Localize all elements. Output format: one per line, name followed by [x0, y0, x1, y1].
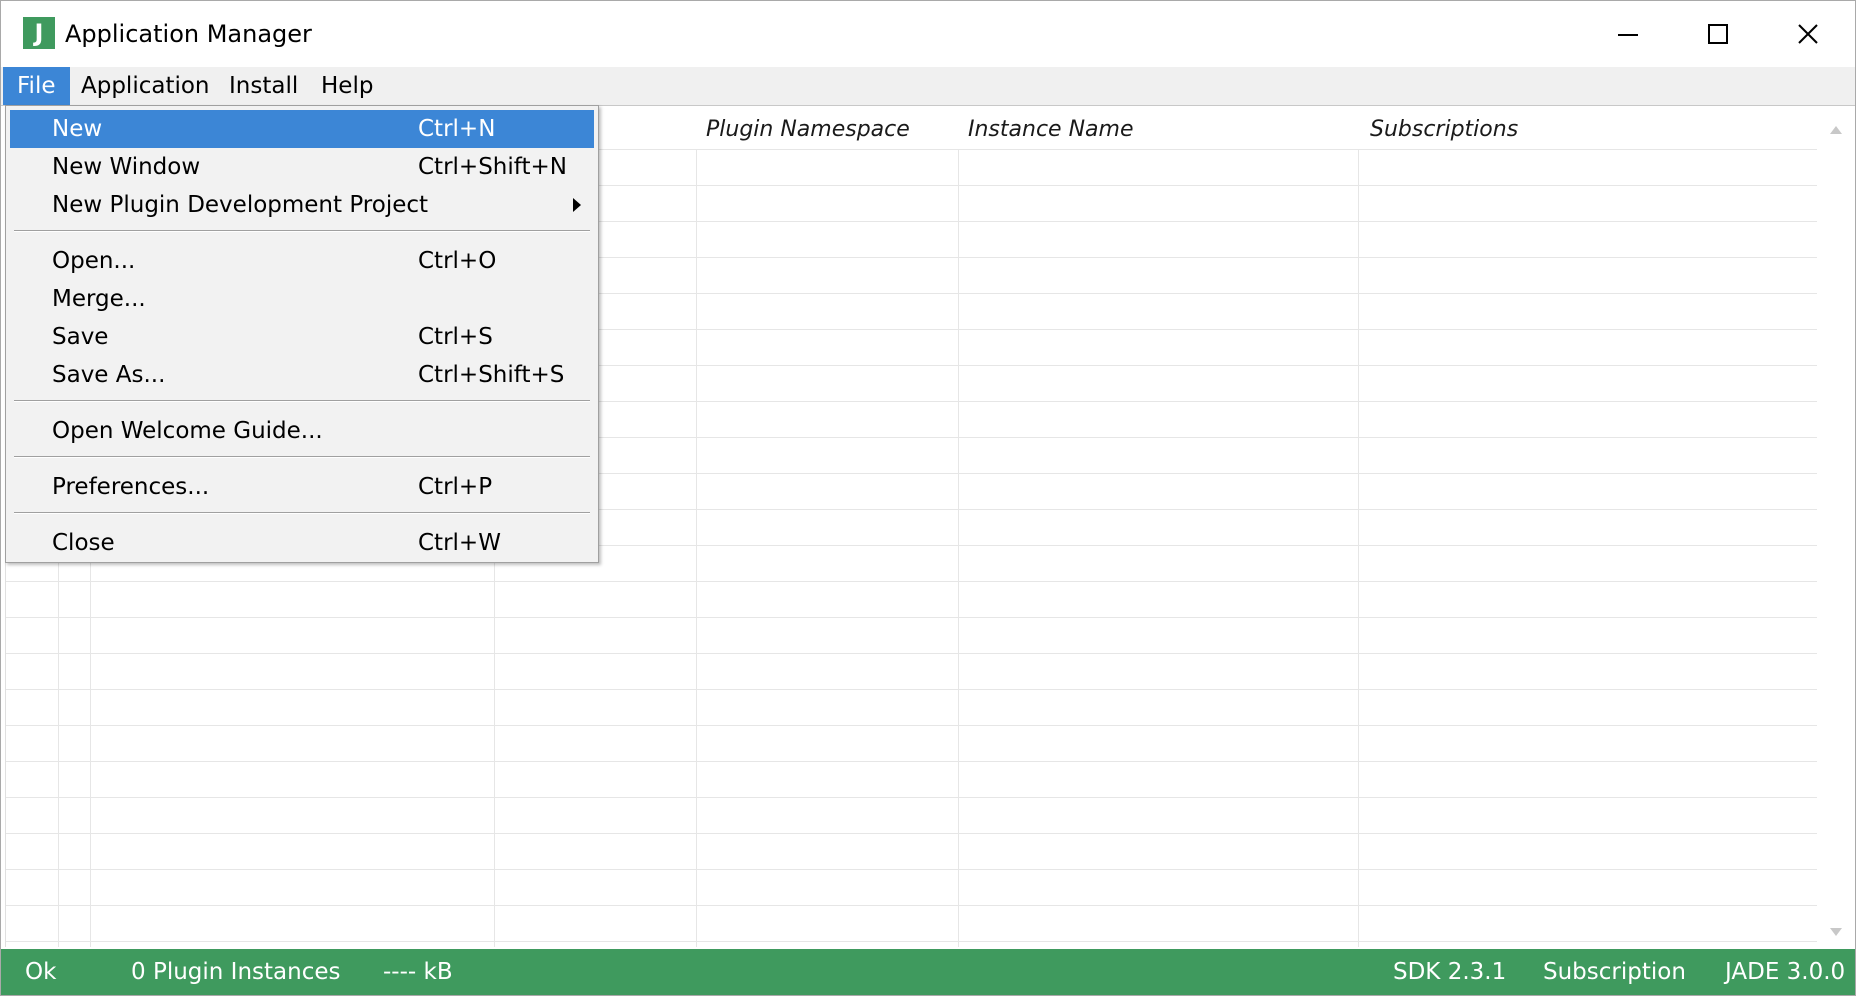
close-button[interactable]	[1771, 9, 1843, 57]
menu-item-close[interactable]: Close Ctrl+W	[10, 524, 594, 562]
menu-item-shortcut: Ctrl+S	[418, 324, 493, 350]
vertical-scrollbar[interactable]	[1817, 111, 1855, 947]
minimize-button[interactable]	[1591, 9, 1663, 57]
title-bar: J Application Manager	[1, 1, 1855, 67]
app-version: JADE 3.0.0	[1725, 959, 1846, 985]
memory-size: ---- kB	[383, 959, 453, 985]
column-header-subscriptions[interactable]: Subscriptions	[1370, 111, 1518, 149]
column-divider	[696, 149, 697, 947]
subscription-status[interactable]: Subscription	[1543, 949, 1686, 995]
row-divider	[6, 617, 1818, 618]
column-header-instance-name[interactable]: Instance Name	[968, 111, 1133, 149]
row-divider	[6, 797, 1818, 798]
menu-item-merge[interactable]: Merge...	[10, 280, 594, 318]
plugin-instances-count: 0 Plugin Instances	[131, 959, 341, 985]
menu-item-new[interactable]: New Ctrl+N	[10, 110, 594, 148]
column-divider	[958, 149, 959, 947]
menu-item-shortcut: Ctrl+N	[418, 116, 496, 142]
column-header-plugin-namespace[interactable]: Plugin Namespace	[706, 111, 910, 149]
maximize-button[interactable]	[1681, 9, 1753, 57]
menu-item-shortcut: Ctrl+P	[418, 474, 493, 500]
minimize-icon	[1618, 34, 1638, 36]
scroll-down-arrow-icon[interactable]	[1829, 927, 1843, 937]
menu-item-label: Preferences...	[52, 474, 210, 500]
menu-item-preferences[interactable]: Preferences... Ctrl+P	[10, 468, 594, 506]
status-bar: Ok 0 Plugin Instances ---- kB SDK 2.3.1 …	[1, 949, 1855, 995]
menu-item-save-as[interactable]: Save As... Ctrl+Shift+S	[10, 356, 594, 394]
menu-separator	[14, 230, 590, 232]
menu-item-new-window[interactable]: New Window Ctrl+Shift+N	[10, 148, 594, 186]
menu-item-label: Merge...	[52, 286, 146, 312]
row-divider	[6, 581, 1818, 582]
file-menu-dropdown: New Ctrl+N New Window Ctrl+Shift+N New P…	[5, 105, 599, 563]
menu-file[interactable]: File	[3, 67, 70, 105]
menu-item-open[interactable]: Open... Ctrl+O	[10, 242, 594, 280]
menu-item-shortcut: Ctrl+Shift+S	[418, 362, 565, 388]
menu-bar: File Application Install Help	[1, 67, 1855, 106]
maximize-icon	[1708, 24, 1728, 44]
menu-item-label: Save	[52, 324, 109, 350]
menu-application[interactable]: Application	[67, 67, 224, 105]
menu-item-label: Save As...	[52, 362, 166, 388]
menu-item-shortcut: Ctrl+O	[418, 248, 497, 274]
row-divider	[6, 869, 1818, 870]
window-title: Application Manager	[65, 20, 312, 48]
sdk-version: SDK 2.3.1	[1393, 959, 1507, 985]
column-divider	[1358, 149, 1359, 947]
menu-item-save[interactable]: Save Ctrl+S	[10, 318, 594, 356]
row-divider	[6, 941, 1818, 942]
menu-item-label: Open...	[52, 248, 136, 274]
application-window: J Application Manager File Application I…	[0, 0, 1856, 996]
status-text: Ok	[25, 959, 57, 985]
row-divider	[6, 725, 1818, 726]
menu-separator	[14, 456, 590, 458]
close-icon	[1798, 24, 1818, 44]
menu-item-shortcut: Ctrl+W	[418, 530, 501, 556]
row-divider	[6, 761, 1818, 762]
row-divider	[6, 905, 1818, 906]
row-divider	[6, 689, 1818, 690]
menu-item-shortcut: Ctrl+Shift+N	[418, 154, 567, 180]
menu-item-new-plugin-development-project[interactable]: New Plugin Development Project	[10, 186, 594, 224]
menu-help[interactable]: Help	[307, 67, 387, 105]
row-divider	[6, 653, 1818, 654]
menu-item-label: Open Welcome Guide...	[52, 418, 323, 444]
submenu-arrow-icon	[573, 198, 581, 212]
scroll-up-arrow-icon[interactable]	[1829, 125, 1843, 135]
menu-item-label: Close	[52, 530, 115, 556]
menu-install[interactable]: Install	[215, 67, 312, 105]
menu-item-open-welcome-guide[interactable]: Open Welcome Guide...	[10, 412, 594, 450]
menu-item-label: New Window	[52, 154, 201, 180]
row-divider	[6, 833, 1818, 834]
menu-item-label: New	[52, 116, 103, 142]
app-icon: J	[23, 17, 55, 49]
menu-separator	[14, 400, 590, 402]
menu-item-label: New Plugin Development Project	[52, 192, 429, 218]
menu-separator	[14, 512, 590, 514]
